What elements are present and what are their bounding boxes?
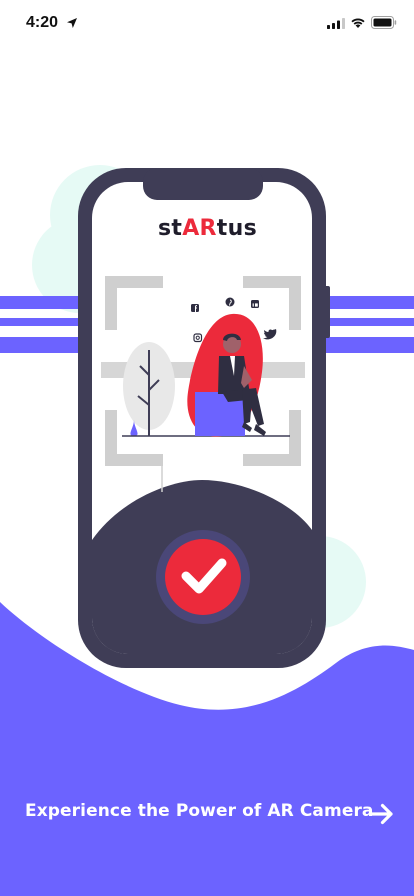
phone-notch bbox=[143, 168, 263, 200]
brand-suffix: tus bbox=[216, 216, 257, 241]
battery-icon bbox=[371, 16, 397, 29]
background-illustration bbox=[0, 165, 414, 896]
cellular-signal-icon bbox=[327, 18, 345, 29]
linkedin-icon bbox=[251, 300, 259, 308]
brand-prefix: st bbox=[158, 216, 183, 241]
arrow-right-icon bbox=[370, 803, 393, 825]
location-arrow-icon bbox=[67, 18, 77, 28]
next-button[interactable] bbox=[364, 796, 400, 832]
status-time: 4:20 bbox=[26, 14, 59, 31]
pinterest-icon bbox=[225, 297, 235, 307]
brand-logo: stARtus bbox=[158, 216, 268, 241]
cta-label: Experience the Power of AR Camera bbox=[25, 801, 374, 821]
wifi-icon bbox=[351, 18, 365, 28]
brand-highlight: AR bbox=[182, 216, 217, 241]
phone-side-button bbox=[324, 286, 330, 338]
check-badge bbox=[165, 539, 241, 615]
onboarding-screen: 4:20 stARtus Experience the Power of AR … bbox=[0, 0, 414, 896]
facebook-icon bbox=[191, 304, 199, 312]
status-bar: 4:20 bbox=[0, 0, 414, 46]
